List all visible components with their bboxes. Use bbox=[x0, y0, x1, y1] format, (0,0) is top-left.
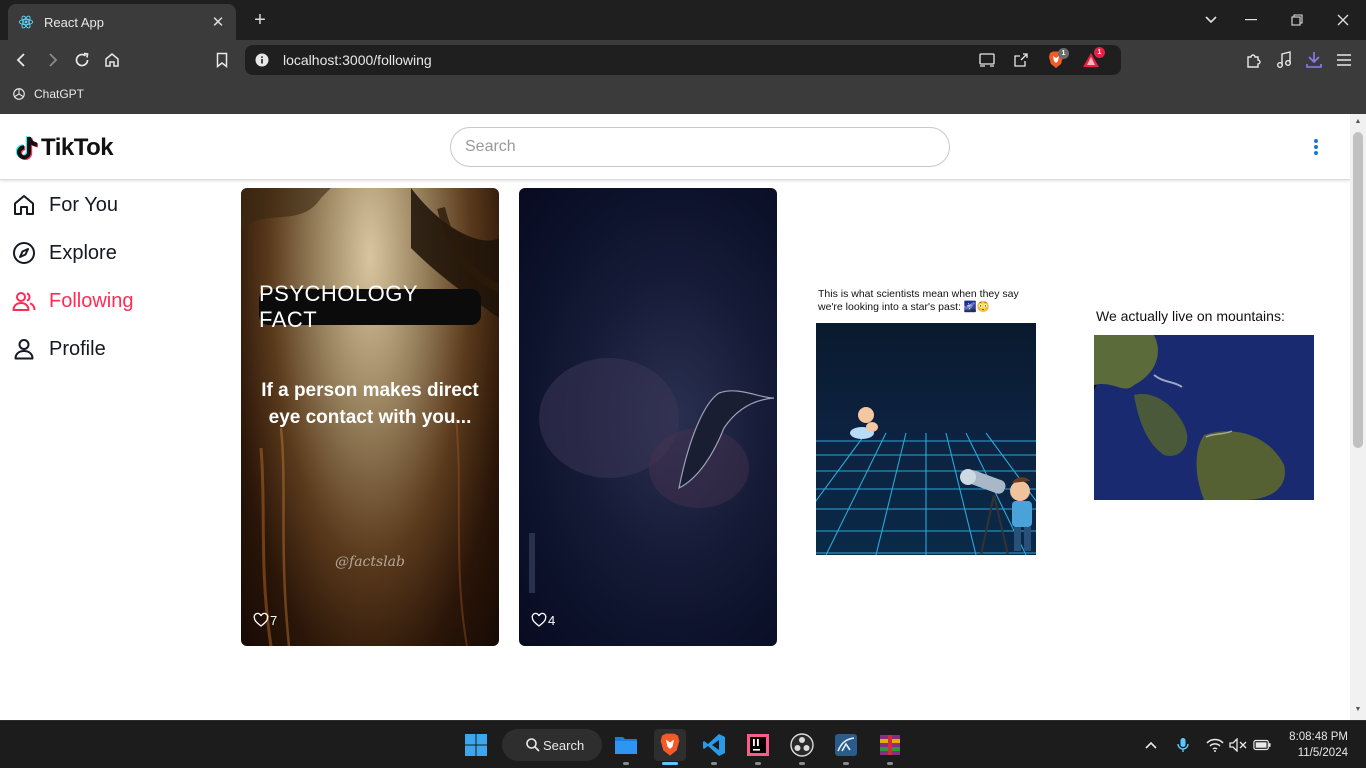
like-button[interactable]: 7 bbox=[253, 612, 277, 628]
post-image bbox=[816, 323, 1036, 555]
share-icon[interactable] bbox=[1012, 52, 1030, 68]
address-bar[interactable]: localhost:3000/following 1 1 bbox=[245, 45, 1121, 75]
video-title: PSYCHOLOGY FACT bbox=[259, 281, 481, 332]
back-button[interactable] bbox=[10, 48, 34, 72]
browser-tab[interactable]: React App ✕ bbox=[8, 4, 236, 40]
winrar-icon[interactable] bbox=[874, 729, 906, 765]
mysql-workbench-icon[interactable] bbox=[830, 729, 862, 765]
extensions-icon[interactable] bbox=[1242, 48, 1266, 72]
downloads-icon[interactable] bbox=[1302, 48, 1326, 72]
scroll-up-icon[interactable]: ▲ bbox=[1354, 118, 1362, 126]
restore-button[interactable] bbox=[1284, 8, 1310, 32]
more-options-icon[interactable] bbox=[1306, 137, 1326, 157]
user-icon bbox=[14, 339, 34, 360]
bookmark-icon[interactable] bbox=[210, 48, 234, 72]
brave-rewards-icon[interactable]: 1 bbox=[1082, 47, 1105, 68]
logo-text: TikTok bbox=[41, 134, 114, 161]
sidebar-item-label: Profile bbox=[49, 337, 106, 360]
file-explorer-icon[interactable] bbox=[610, 729, 642, 765]
taskbar-search-label: Search bbox=[543, 737, 585, 753]
menu-icon[interactable] bbox=[1332, 48, 1356, 72]
reload-button[interactable] bbox=[70, 48, 94, 72]
sidebar-item-profile[interactable]: Profile bbox=[12, 334, 106, 364]
react-icon bbox=[18, 15, 34, 29]
battery-icon[interactable] bbox=[1253, 736, 1271, 754]
wifi-icon[interactable] bbox=[1206, 736, 1224, 754]
obs-icon[interactable] bbox=[786, 729, 818, 765]
search-input[interactable] bbox=[450, 127, 950, 167]
baby-figure bbox=[850, 407, 878, 439]
cast-icon[interactable] bbox=[978, 52, 996, 68]
new-tab-button[interactable]: + bbox=[248, 8, 272, 32]
sidebar-item-label: For You bbox=[49, 193, 118, 216]
url-text: localhost:3000/following bbox=[283, 52, 432, 68]
bookmark-chatgpt[interactable]: ChatGPT bbox=[12, 87, 84, 101]
tab-title: React App bbox=[44, 14, 104, 30]
shields-count-badge: 1 bbox=[1058, 48, 1069, 59]
app-page: TikTok For You Explore Following Profile bbox=[0, 114, 1350, 720]
video-card[interactable]: PSYCHOLOGY FACT If a person makes direct… bbox=[241, 188, 499, 646]
like-count: 4 bbox=[548, 612, 556, 628]
tiktok-note-icon bbox=[16, 136, 38, 160]
users-icon bbox=[12, 292, 36, 311]
chatgpt-icon bbox=[13, 88, 25, 100]
home-button[interactable] bbox=[100, 48, 124, 72]
brave-shields-icon[interactable]: 1 bbox=[1047, 48, 1069, 68]
music-icon[interactable] bbox=[1272, 48, 1296, 72]
scroll-down-icon[interactable]: ▼ bbox=[1354, 706, 1362, 714]
bookmarks-bar: ChatGPT bbox=[0, 80, 1366, 114]
heart-icon bbox=[531, 612, 547, 627]
volume-muted-icon[interactable] bbox=[1229, 736, 1247, 754]
video-watermark: @factslab bbox=[335, 554, 405, 570]
close-tab-icon[interactable]: ✕ bbox=[210, 14, 226, 31]
vscode-icon[interactable] bbox=[698, 729, 730, 765]
brave-browser-icon[interactable] bbox=[654, 729, 686, 765]
video-card[interactable]: 4 bbox=[519, 188, 777, 646]
home-icon bbox=[14, 195, 34, 215]
minimize-button[interactable] bbox=[1238, 8, 1264, 32]
post-caption: We actually live on mountains: bbox=[1096, 308, 1285, 324]
windows-taskbar: Search 8:08:48 PM 11/5/2024 bbox=[0, 720, 1366, 768]
close-window-button[interactable] bbox=[1330, 8, 1356, 32]
clock-date: 11/5/2024 bbox=[1297, 747, 1348, 759]
clock-time: 8:08:48 PM bbox=[1289, 731, 1348, 743]
start-button[interactable] bbox=[460, 729, 492, 761]
dark-sky-image bbox=[529, 358, 775, 593]
scroll-thumb[interactable] bbox=[1353, 132, 1363, 448]
page-scrollbar[interactable]: ▲ ▼ bbox=[1350, 114, 1366, 720]
bookmark-label: ChatGPT bbox=[34, 87, 85, 101]
forward-button[interactable] bbox=[40, 48, 64, 72]
sidebar-item-for-you[interactable]: For You bbox=[12, 190, 118, 220]
sidebar-item-label: Explore bbox=[49, 241, 117, 264]
system-clock[interactable]: 8:08:48 PM 11/5/2024 bbox=[1278, 729, 1348, 761]
search-icon bbox=[526, 738, 540, 752]
compass-icon bbox=[13, 242, 35, 264]
like-count: 7 bbox=[270, 612, 278, 628]
site-info-icon[interactable] bbox=[253, 52, 271, 68]
show-hidden-icons-chevron-icon[interactable] bbox=[1142, 736, 1160, 754]
video-text: If a person makes direct eye contact wit… bbox=[261, 380, 479, 428]
image-post[interactable]: We actually live on mountains: bbox=[1094, 308, 1314, 500]
post-image bbox=[1094, 335, 1314, 500]
windows-icon bbox=[465, 734, 487, 756]
sidebar-item-following[interactable]: Following bbox=[12, 286, 133, 316]
heart-icon bbox=[253, 612, 269, 627]
microphone-icon[interactable] bbox=[1174, 736, 1192, 754]
tab-search-chevron-icon[interactable] bbox=[1198, 8, 1224, 32]
sidebar-item-label: Following bbox=[49, 289, 134, 312]
like-button[interactable]: 4 bbox=[531, 612, 555, 628]
tiktok-logo[interactable]: TikTok bbox=[16, 134, 114, 162]
app-header: TikTok bbox=[0, 114, 1350, 180]
browser-tabstrip: React App ✕ + bbox=[0, 0, 1366, 40]
telescope-kid bbox=[960, 469, 1032, 555]
post-caption: This is what scientists mean when they s… bbox=[818, 288, 1019, 313]
taskbar-search[interactable]: Search bbox=[502, 729, 602, 761]
rewards-count-badge: 1 bbox=[1094, 47, 1105, 58]
sidebar-item-explore[interactable]: Explore bbox=[12, 238, 117, 268]
intellij-icon[interactable] bbox=[742, 729, 774, 765]
image-post[interactable]: This is what scientists mean when they s… bbox=[816, 288, 1036, 555]
